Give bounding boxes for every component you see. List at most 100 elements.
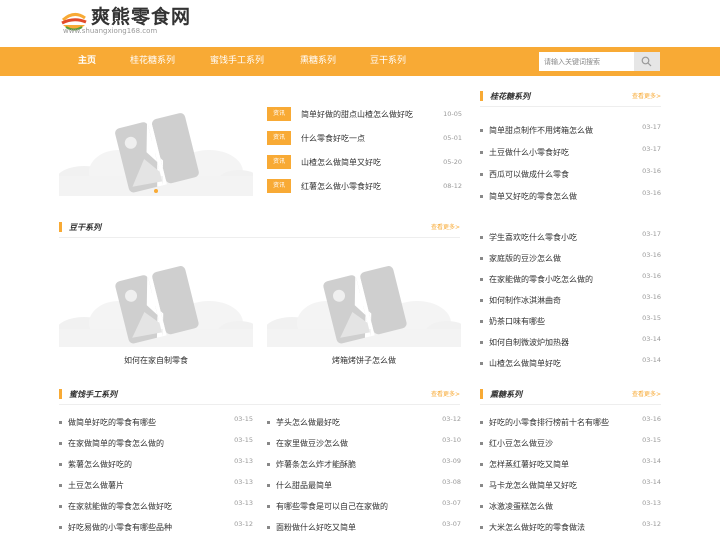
list-item[interactable]: 土豆做什么小零食好吃 03-17 xyxy=(480,144,661,166)
more-link[interactable]: 查看更多> xyxy=(632,91,661,103)
slider-indicator[interactable] xyxy=(154,189,158,193)
news-title[interactable]: 什么零食好吃一点 xyxy=(301,132,365,146)
item-title[interactable]: 好吃的小零食排行榜前十名有哪些 xyxy=(489,416,609,429)
list-item[interactable]: 资讯 山楂怎么做简单又好吃 05-20 xyxy=(267,155,462,179)
list-item[interactable]: 如何制作冰淇淋曲奇 03-16 xyxy=(480,292,661,313)
news-title[interactable]: 红薯怎么做小零食好吃 xyxy=(301,180,381,194)
nav-item-mijian[interactable]: 蜜饯手工系列 xyxy=(210,47,264,76)
item-title[interactable]: 如何制作冰淇淋曲奇 xyxy=(489,294,561,307)
list-item[interactable]: 西瓜可以做成什么零食 03-16 xyxy=(480,166,661,188)
card-image-placeholder[interactable] xyxy=(267,265,461,347)
list-item[interactable]: 炸薯条怎么炸才能酥脆 03-09 xyxy=(267,456,461,477)
item-title[interactable]: 在家里做豆沙怎么做 xyxy=(276,437,348,450)
item-title[interactable]: 土豆怎么做薯片 xyxy=(68,479,124,492)
bullet xyxy=(59,442,62,445)
bullet xyxy=(480,278,483,281)
bullet xyxy=(480,463,483,466)
item-title[interactable]: 做简单好吃的零食有哪些 xyxy=(68,416,156,429)
list-item[interactable]: 好吃的小零食排行榜前十名有哪些 03-16 xyxy=(480,414,661,435)
bullet xyxy=(59,526,62,529)
list-item[interactable]: 芋头怎么做最好吃 03-12 xyxy=(267,414,461,435)
item-title[interactable]: 红小豆怎么做豆沙 xyxy=(489,437,553,450)
nav-item-xuntang[interactable]: 熏糖系列 xyxy=(300,47,336,76)
news-tag: 资讯 xyxy=(267,155,291,169)
search-input[interactable] xyxy=(539,52,634,71)
more-link[interactable]: 查看更多> xyxy=(431,389,460,401)
list-item[interactable]: 资讯 红薯怎么做小零食好吃 08-12 xyxy=(267,179,462,203)
card-image-placeholder[interactable] xyxy=(59,265,253,347)
list-item[interactable]: 面粉做什么好吃又简单 03-07 xyxy=(267,519,461,540)
list-item[interactable]: 奶茶口味有哪些 03-15 xyxy=(480,313,661,334)
item-title[interactable]: 山楂怎么做简单好吃 xyxy=(489,357,561,370)
item-title[interactable]: 好吃易做的小零食有哪些品种 xyxy=(68,521,172,534)
item-title[interactable]: 简单又好吃的零食怎么做 xyxy=(489,190,577,203)
item-title[interactable]: 芋头怎么做最好吃 xyxy=(276,416,340,429)
news-date: 10-05 xyxy=(443,110,462,118)
search-button[interactable] xyxy=(634,52,660,71)
item-title[interactable]: 大米怎么做好吃的零食做法 xyxy=(489,521,585,534)
news-title[interactable]: 简单好做的甜点山楂怎么做好吃 xyxy=(301,108,413,122)
list-item[interactable]: 大米怎么做好吃的零食做法 03-12 xyxy=(480,519,661,540)
item-title[interactable]: 学生喜欢吃什么零食小吃 xyxy=(489,231,577,244)
item-title[interactable]: 简单甜点制作不用烤箱怎么做 xyxy=(489,124,593,137)
more-link[interactable]: 查看更多> xyxy=(431,222,460,234)
item-date: 03-09 xyxy=(442,457,461,465)
list-item[interactable]: 资讯 什么零食好吃一点 05-01 xyxy=(267,131,462,155)
list-item[interactable]: 资讯 简单好做的甜点山楂怎么做好吃 10-05 xyxy=(267,107,462,131)
item-title[interactable]: 怎样蒸红薯好吃又简单 xyxy=(489,458,569,471)
list-item[interactable]: 在家里做豆沙怎么做 03-10 xyxy=(267,435,461,456)
list-item[interactable]: 什么甜品最简单 03-08 xyxy=(267,477,461,498)
list-item[interactable]: 在家就能做的零食怎么做好吃 03-13 xyxy=(59,498,253,519)
list-item[interactable]: 在家能做的零食小吃怎么做的 03-16 xyxy=(480,271,661,292)
list-item[interactable]: 有哪些零食是可以自己在家做的 03-07 xyxy=(267,498,461,519)
list-item[interactable]: 马卡龙怎么做简单又好吃 03-14 xyxy=(480,477,661,498)
list-item[interactable]: 简单甜点制作不用烤箱怎么做 03-17 xyxy=(480,122,661,144)
nav-item-home[interactable]: 主页 xyxy=(78,47,96,76)
list-item[interactable]: 土豆怎么做薯片 03-13 xyxy=(59,477,253,498)
item-title[interactable]: 西瓜可以做成什么零食 xyxy=(489,168,569,181)
item-title[interactable]: 土豆做什么小零食好吃 xyxy=(489,146,569,159)
list-item[interactable]: 家庭版的豆沙怎么做 03-16 xyxy=(480,250,661,271)
item-date: 03-07 xyxy=(442,499,461,507)
item-title[interactable]: 紫薯怎么做好吃的 xyxy=(68,458,132,471)
item-date: 03-16 xyxy=(642,415,661,423)
bullet xyxy=(480,505,483,508)
search-icon xyxy=(641,56,652,67)
news-title[interactable]: 山楂怎么做简单又好吃 xyxy=(301,156,381,170)
item-title[interactable]: 奶茶口味有哪些 xyxy=(489,315,545,328)
item-title[interactable]: 面粉做什么好吃又简单 xyxy=(276,521,356,534)
nav-item-guihua[interactable]: 桂花糖系列 xyxy=(130,47,175,76)
list-item[interactable]: 在家做简单的零食怎么做的 03-15 xyxy=(59,435,253,456)
item-title[interactable]: 家庭版的豆沙怎么做 xyxy=(489,252,561,265)
item-title[interactable]: 在家做简单的零食怎么做的 xyxy=(68,437,164,450)
list-item[interactable]: 好吃易做的小零食有哪些品种 03-12 xyxy=(59,519,253,540)
news-tag: 资讯 xyxy=(267,131,291,145)
list-item[interactable]: 冰激凌蛋糕怎么做 03-13 xyxy=(480,498,661,519)
item-title[interactable]: 在家就能做的零食怎么做好吃 xyxy=(68,500,172,513)
list-item[interactable]: 学生喜欢吃什么零食小吃 03-17 xyxy=(480,229,661,250)
card-caption[interactable]: 如何在家自制零食 xyxy=(59,355,253,367)
list-item[interactable]: 如何自制微波炉加热器 03-14 xyxy=(480,334,661,355)
item-date: 03-13 xyxy=(234,499,253,507)
item-title[interactable]: 炸薯条怎么炸才能酥脆 xyxy=(276,458,356,471)
more-link[interactable]: 查看更多> xyxy=(632,389,661,401)
bullet xyxy=(480,320,483,323)
list-item[interactable]: 简单又好吃的零食怎么做 03-16 xyxy=(480,188,661,210)
featured-image-placeholder[interactable] xyxy=(59,110,253,196)
site-logo-name[interactable]: 爽熊零食网 xyxy=(91,5,191,29)
item-title[interactable]: 冰激凌蛋糕怎么做 xyxy=(489,500,553,513)
list-item[interactable]: 山楂怎么做简单好吃 03-14 xyxy=(480,355,661,376)
item-title[interactable]: 如何自制微波炉加热器 xyxy=(489,336,569,349)
list-item[interactable]: 红小豆怎么做豆沙 03-15 xyxy=(480,435,661,456)
card-caption[interactable]: 烤箱烤饼子怎么做 xyxy=(267,355,461,367)
list-item[interactable]: 做简单好吃的零食有哪些 03-15 xyxy=(59,414,253,435)
nav-item-dougan[interactable]: 豆干系列 xyxy=(370,47,406,76)
item-title[interactable]: 马卡龙怎么做简单又好吃 xyxy=(489,479,577,492)
list-item[interactable]: 怎样蒸红薯好吃又简单 03-14 xyxy=(480,456,661,477)
item-title[interactable]: 什么甜品最简单 xyxy=(276,479,332,492)
list-item[interactable]: 紫薯怎么做好吃的 03-13 xyxy=(59,456,253,477)
mijian-list-left: 做简单好吃的零食有哪些 03-15 在家做简单的零食怎么做的 03-15 紫薯怎么做… xyxy=(59,414,253,540)
xuntang-list: 好吃的小零食排行榜前十名有哪些 03-16 红小豆怎么做豆沙 03-15 怎样蒸红薯… xyxy=(480,414,661,540)
item-title[interactable]: 在家能做的零食小吃怎么做的 xyxy=(489,273,593,286)
item-title[interactable]: 有哪些零食是可以自己在家做的 xyxy=(276,500,388,513)
